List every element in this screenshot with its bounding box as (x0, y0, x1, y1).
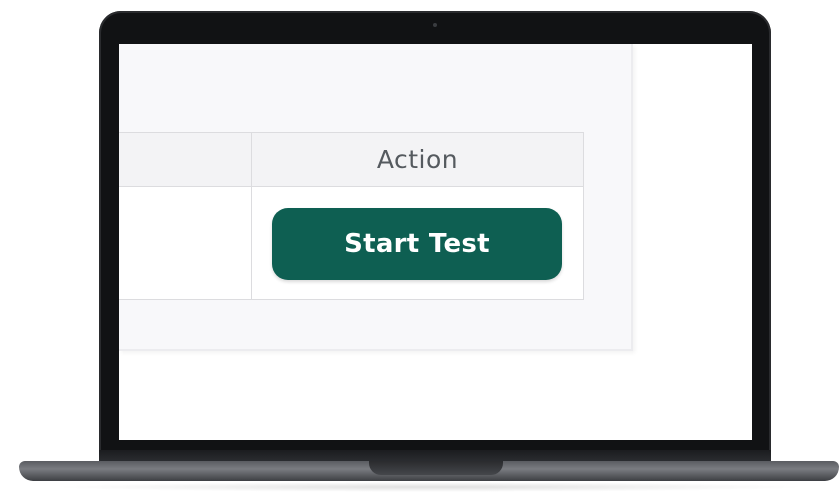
laptop-screen: Action Start Test (119, 44, 752, 440)
camera-icon (433, 23, 437, 27)
laptop-shadow (50, 482, 810, 492)
test-table: Action Start Test (119, 132, 584, 300)
laptop-lid: Action Start Test (99, 11, 771, 463)
laptop-notch (369, 461, 503, 475)
start-test-button[interactable]: Start Test (272, 208, 562, 280)
table-row: Start Test (252, 187, 583, 299)
laptop-mockup: Action Start Test (0, 0, 839, 502)
content-card: Action Start Test (119, 44, 633, 351)
action-column-header: Action (376, 145, 459, 174)
